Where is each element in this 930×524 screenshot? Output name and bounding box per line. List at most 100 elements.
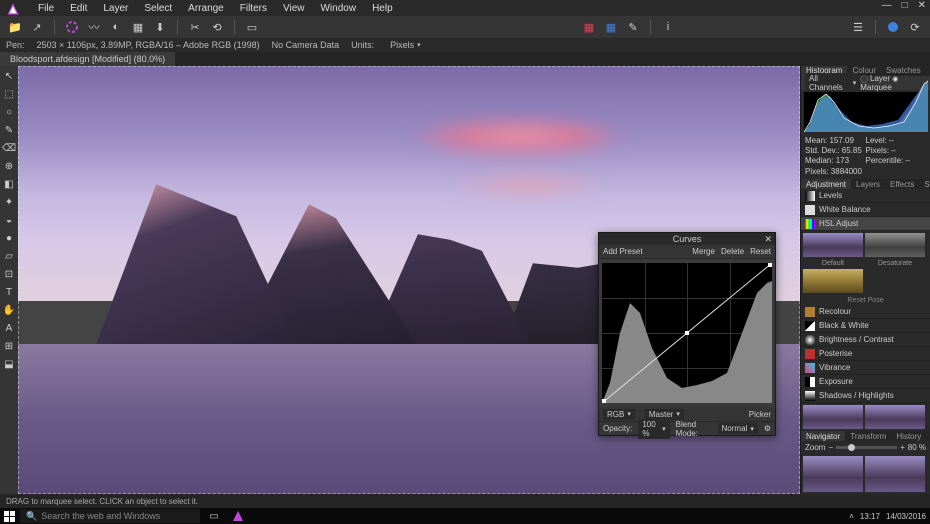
tab-adjustment[interactable]: Adjustment [801, 179, 851, 189]
grid-button[interactable]: ▦ [602, 18, 620, 36]
adj-levels[interactable]: Levels [801, 189, 930, 203]
zoom-out[interactable]: − [828, 443, 833, 452]
curves-graph[interactable] [602, 263, 772, 403]
taskview-icon[interactable]: ▭ [204, 508, 224, 524]
adj-shadows[interactable]: Shadows / Highlights [801, 389, 930, 403]
persona-tone[interactable]: ▦ [129, 18, 147, 36]
tool-brush[interactable]: ✎ [2, 123, 16, 137]
crop-button[interactable]: ✂ [186, 18, 204, 36]
zoom-in[interactable]: + [900, 443, 905, 452]
tool-hand[interactable]: ✋ [2, 303, 16, 317]
menu-layer[interactable]: Layer [95, 3, 136, 14]
tool-erase[interactable]: ⌫ [2, 141, 16, 155]
delete-button[interactable]: Delete [721, 247, 744, 256]
opacity-field[interactable]: 100 % [638, 419, 669, 439]
tool-blur[interactable]: ● [2, 231, 16, 245]
preset-desaturate[interactable]: Desaturate [865, 233, 925, 257]
adj-exposure[interactable]: Exposure [801, 375, 930, 389]
menu-file[interactable]: File [30, 3, 62, 14]
menu-select[interactable]: Select [136, 3, 180, 14]
preset-warm[interactable] [803, 269, 863, 293]
navigator-thumb-2[interactable] [865, 456, 925, 492]
adj-whitebalance[interactable]: White Balance [801, 203, 930, 217]
curves-dialog[interactable]: Curves ✕ Add Preset Merge Delete Reset R… [598, 232, 776, 436]
tool-colour[interactable]: ⬓ [2, 357, 16, 371]
window-maximize[interactable]: □ [902, 0, 908, 11]
menu-help[interactable]: Help [364, 3, 401, 14]
menu-window[interactable]: Window [312, 3, 364, 14]
menu-view[interactable]: View [275, 3, 313, 14]
navigator-thumb[interactable] [803, 456, 863, 492]
clock-time[interactable]: 13:17 [860, 512, 880, 521]
curves-mode-dropdown[interactable]: RGB [603, 409, 635, 420]
persona-liquify[interactable]: 〰 [85, 18, 103, 36]
reset-preset[interactable]: Reset Pose [801, 295, 930, 305]
tab-history[interactable]: History [891, 431, 926, 441]
tab-layers[interactable]: Layers [851, 179, 885, 189]
taskbar-app-affinity[interactable] [228, 508, 248, 524]
window-minimize[interactable]: — [882, 0, 892, 11]
tool-text[interactable]: T [2, 285, 16, 299]
dialog-title: Curves ✕ [599, 233, 775, 245]
list-button[interactable]: ☰ [849, 18, 867, 36]
picker-button[interactable]: Picker [749, 410, 771, 419]
preset-thumb-a[interactable] [803, 405, 863, 429]
adj-bw[interactable]: Black & White [801, 319, 930, 333]
tab-brushes[interactable]: Brushes [926, 66, 930, 76]
status-bar: DRAG to marquee select. CLICK an object … [0, 494, 930, 508]
assistant-button[interactable]: ✎ [624, 18, 642, 36]
rotate-button[interactable]: ⟲ [208, 18, 226, 36]
dialog-close[interactable]: ✕ [764, 233, 772, 245]
tab-styles[interactable]: Styles [919, 179, 930, 189]
tool-vector[interactable]: A [2, 321, 16, 335]
persona-photo[interactable] [63, 18, 81, 36]
menu-edit[interactable]: Edit [62, 3, 95, 14]
tab-navigator[interactable]: Navigator [801, 431, 845, 441]
search-icon: 🔍 [26, 511, 37, 522]
adj-hsl[interactable]: HSL Adjust [801, 217, 930, 231]
reset-button[interactable]: Reset [750, 247, 771, 256]
tool-dodge[interactable]: ◒ [2, 213, 16, 227]
lock-button[interactable]: i [659, 18, 677, 36]
adj-brightness[interactable]: Brightness / Contrast [801, 333, 930, 347]
gear-icon[interactable]: ⚙ [764, 424, 771, 433]
document-tab[interactable]: Bloodsport.afdesign [Modified] (80.0%) [0, 52, 175, 66]
tool-fill[interactable]: ⊕ [2, 159, 16, 173]
units-dropdown[interactable]: Pixels [386, 39, 425, 51]
adj-vibrance[interactable]: Vibrance [801, 361, 930, 375]
adj-posterise[interactable]: Posterise [801, 347, 930, 361]
tool-ellipse[interactable]: ○ [2, 105, 16, 119]
preset-default[interactable]: Default [803, 233, 863, 257]
tool-mesh[interactable]: ⊞ [2, 339, 16, 353]
window-close[interactable]: ✕ [918, 0, 926, 11]
tool-crop[interactable]: ⊡ [2, 267, 16, 281]
add-preset-button[interactable]: Add Preset [603, 247, 643, 256]
panel-tabs-bottom: Navigator Transform History [801, 431, 930, 441]
snap-button[interactable]: ▦ [580, 18, 598, 36]
menu-filters[interactable]: Filters [232, 3, 275, 14]
merge-button[interactable]: Merge [692, 247, 715, 256]
tab-effects[interactable]: Effects [885, 179, 919, 189]
tab-transform[interactable]: Transform [845, 431, 891, 441]
persona-develop[interactable]: ◐ [107, 18, 125, 36]
tool-gradient[interactable]: ◧ [2, 177, 16, 191]
share-button[interactable]: ↗ [28, 18, 46, 36]
arrange-button[interactable]: ▭ [243, 18, 261, 36]
adj-recolour[interactable]: Recolour [801, 305, 930, 319]
user-button[interactable] [884, 18, 902, 36]
tool-move[interactable]: ↖ [2, 69, 16, 83]
tool-shape[interactable]: ▱ [2, 249, 16, 263]
start-button[interactable] [0, 508, 18, 524]
tray-up-icon[interactable]: ˄ [849, 512, 854, 521]
preset-thumb-b[interactable] [865, 405, 925, 429]
persona-export[interactable]: ⬇ [151, 18, 169, 36]
tool-heal[interactable]: ✦ [2, 195, 16, 209]
zoom-slider[interactable] [836, 446, 897, 449]
menu-arrange[interactable]: Arrange [180, 3, 232, 14]
open-button[interactable]: 📁 [6, 18, 24, 36]
blend-dropdown[interactable]: Normal [718, 423, 758, 434]
taskbar-search[interactable]: 🔍 Search the web and Windows [20, 509, 200, 523]
histogram-stats: Mean: 157.09 Level: – Std. Dev.: 65.85 P… [801, 134, 930, 180]
tool-marquee[interactable]: ⬚ [2, 87, 16, 101]
refresh-button[interactable]: ⟳ [906, 18, 924, 36]
